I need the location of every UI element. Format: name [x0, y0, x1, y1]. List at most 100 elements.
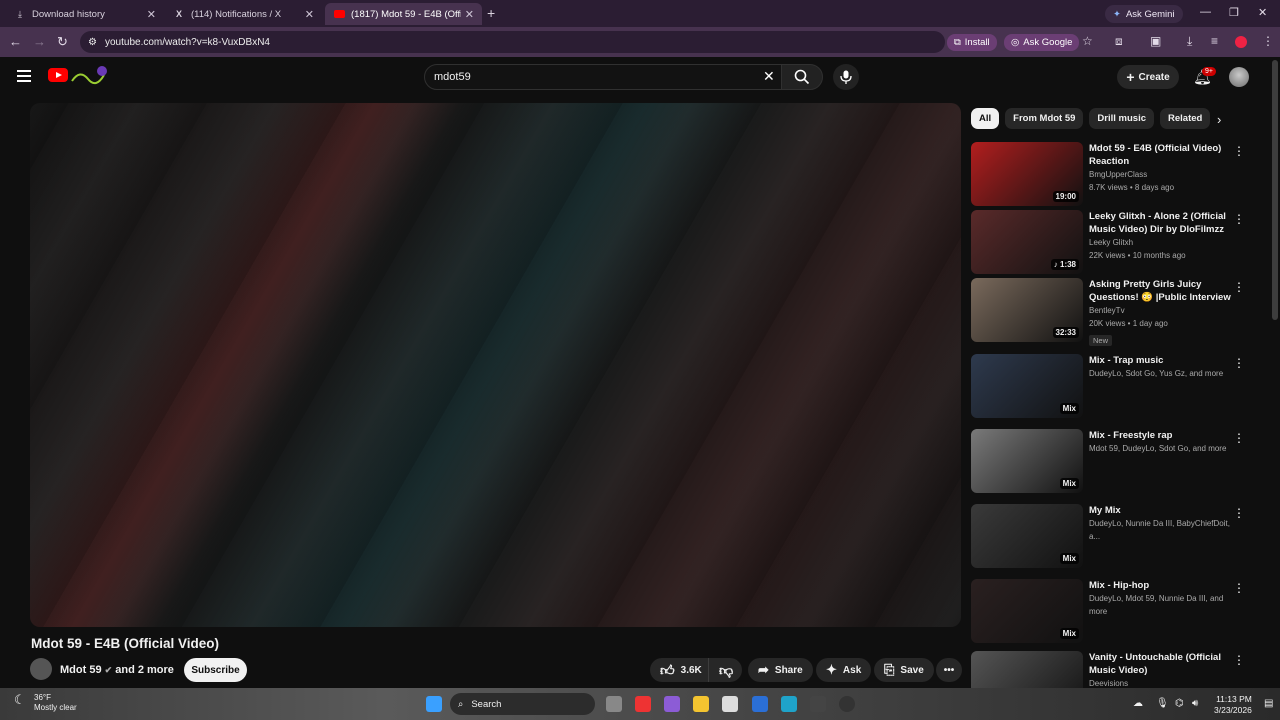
minimize-icon[interactable]: —: [1200, 6, 1211, 18]
ask-button[interactable]: ✦ Ask: [816, 658, 872, 682]
bookmark-star-icon[interactable]: ☆: [1082, 34, 1093, 48]
video-thumbnail[interactable]: Mix: [971, 354, 1083, 418]
notification-center-icon[interactable]: ▤: [1264, 698, 1273, 709]
channel-name-link[interactable]: Mdot 59 ✔ and 2 more: [60, 664, 174, 676]
save-button[interactable]: ⎘ Save: [874, 658, 934, 682]
more-vertical-icon[interactable]: ⋮: [1233, 356, 1245, 370]
more-actions-button[interactable]: •••: [936, 658, 962, 682]
site-info-icon[interactable]: ⚙: [88, 37, 97, 48]
page-scrollbar[interactable]: [1272, 60, 1278, 320]
account-avatar[interactable]: [1229, 67, 1249, 87]
hamburger-menu-icon[interactable]: [17, 70, 31, 82]
close-tab-icon[interactable]: ✕: [305, 8, 314, 21]
back-icon[interactable]: ←: [9, 34, 22, 49]
microphone-tray-icon[interactable]: 🎙︎: [1156, 698, 1169, 709]
close-window-icon[interactable]: ✕: [1258, 6, 1267, 19]
more-vertical-icon[interactable]: ⋮: [1233, 280, 1245, 294]
network-icon[interactable]: ⌬: [1175, 698, 1184, 709]
video-thumbnail[interactable]: 19:00: [971, 142, 1083, 206]
video-title[interactable]: Mix - Hip-hop: [1089, 579, 1231, 592]
more-vertical-icon[interactable]: ⋮: [1233, 212, 1245, 226]
voice-search-button[interactable]: [833, 64, 859, 90]
forward-icon[interactable]: →: [33, 34, 46, 49]
dislike-button[interactable]: 👎︎: [708, 658, 742, 682]
file-explorer-icon[interactable]: [693, 696, 709, 712]
video-title[interactable]: Leeky Glitxh - Alone 2 (Official Music V…: [1089, 210, 1231, 236]
share-button[interactable]: ➦ Share: [748, 658, 813, 682]
recommendation-item[interactable]: Mix Mix - Trap music DudeyLo, Sdot Go, Yus…: [971, 354, 1245, 418]
recommendation-item[interactable]: Mix My Mix DudeyLo, Nunnie Da III, BabyChi…: [971, 504, 1245, 568]
recommendation-item[interactable]: Mix Mix - Hip-hop DudeyLo, Mdot 59, Nunnie…: [971, 579, 1245, 643]
reload-icon[interactable]: ↻: [57, 34, 68, 50]
copilot-icon[interactable]: [664, 696, 680, 712]
video-title[interactable]: Mdot 59 - E4B (Official Video) Reaction: [1089, 142, 1231, 168]
create-button[interactable]: + Create: [1117, 65, 1179, 89]
tab-x-notifications[interactable]: X (114) Notifications / X ✕: [165, 3, 322, 25]
more-vertical-icon[interactable]: ⋮: [1233, 581, 1245, 595]
video-thumbnail[interactable]: Mix: [971, 429, 1083, 493]
new-tab-button[interactable]: +: [487, 5, 495, 21]
ask-gemini-button[interactable]: ✦ Ask Gemini: [1105, 5, 1183, 23]
maximize-icon[interactable]: ❐: [1229, 6, 1239, 19]
search-input[interactable]: mdot59: [424, 64, 786, 90]
edge-icon[interactable]: [781, 696, 797, 712]
reading-list-icon[interactable]: ≡: [1211, 34, 1218, 48]
search-button[interactable]: [781, 64, 823, 90]
channel-name[interactable]: BmgUpperClass: [1089, 168, 1231, 181]
more-vertical-icon[interactable]: ⋮: [1233, 144, 1245, 158]
video-thumbnail[interactable]: Mix: [971, 504, 1083, 568]
downloads-icon[interactable]: ⤓: [1187, 34, 1192, 49]
channel-name[interactable]: DudeyLo, Nunnie Da III, BabyChiefDoit, a…: [1089, 517, 1231, 543]
chevron-right-icon[interactable]: ›: [1217, 112, 1221, 127]
video-thumbnail[interactable]: ♪ 1:38: [971, 210, 1083, 274]
media-player-icon[interactable]: [839, 696, 855, 712]
more-vertical-icon[interactable]: ⋮: [1233, 506, 1245, 520]
volume-icon[interactable]: 🔊︎: [1192, 698, 1198, 709]
chrome-icon[interactable]: [635, 696, 651, 712]
store-icon[interactable]: [722, 696, 738, 712]
more-vertical-icon[interactable]: ⋮: [1233, 653, 1245, 667]
start-button-icon[interactable]: [426, 696, 442, 712]
chip-drill-music[interactable]: Drill music: [1089, 108, 1154, 129]
youtube-logo-icon[interactable]: [48, 68, 68, 82]
clear-search-icon[interactable]: ✕: [763, 68, 775, 85]
recommendation-item[interactable]: 19:00 Mdot 59 - E4B (Official Video) Reac…: [971, 142, 1245, 206]
browser-menu-icon[interactable]: ⋮: [1262, 34, 1274, 48]
system-clock[interactable]: 11:13 PM 3/23/2026: [1214, 694, 1252, 716]
cast-icon[interactable]: ▣: [1150, 34, 1161, 48]
video-title[interactable]: Mix - Trap music: [1089, 354, 1231, 367]
channel-name[interactable]: DudeyLo, Mdot 59, Nunnie Da III, and mor…: [1089, 592, 1231, 618]
chip-all[interactable]: All: [971, 108, 1000, 129]
video-thumbnail[interactable]: Mix: [971, 579, 1083, 643]
weather-widget[interactable]: ☾ 36°F Mostly clear: [14, 693, 77, 713]
video-title[interactable]: My Mix: [1089, 504, 1231, 517]
more-vertical-icon[interactable]: ⋮: [1233, 431, 1245, 445]
video-title[interactable]: Vanity - Untouchable (Official Music Vid…: [1089, 651, 1231, 677]
profile-icon[interactable]: [1235, 36, 1247, 48]
channel-name[interactable]: Leeky Glitxh: [1089, 236, 1231, 249]
subscribe-button[interactable]: Subscribe: [184, 658, 247, 682]
tab-youtube-active[interactable]: (1817) Mdot 59 - E4B (Official V ✕: [325, 3, 482, 25]
recommendation-item[interactable]: Mix Mix - Freestyle rap Mdot 59, DudeyLo, …: [971, 429, 1245, 493]
task-view-icon[interactable]: [606, 696, 622, 712]
app-icon[interactable]: [810, 696, 826, 712]
video-title[interactable]: Mix - Freestyle rap: [1089, 429, 1231, 442]
chip-from-mdot-59[interactable]: From Mdot 59: [1005, 108, 1084, 129]
channel-name[interactable]: Mdot 59, DudeyLo, Sdot Go, and more: [1089, 442, 1231, 455]
close-tab-icon[interactable]: ✕: [147, 8, 156, 21]
channel-name[interactable]: BentleyTv: [1089, 304, 1231, 317]
taskbar-search[interactable]: ⌕ Search: [450, 693, 595, 715]
url-field[interactable]: ⚙ youtube.com/watch?v=k8-VuxDBxN4: [80, 31, 945, 53]
video-title[interactable]: Asking Pretty Girls Juicy Questions! 😳 |…: [1089, 278, 1231, 304]
channel-avatar[interactable]: [30, 658, 52, 680]
video-player[interactable]: [30, 103, 961, 627]
extensions-icon[interactable]: ⧈: [1115, 34, 1123, 49]
video-thumbnail[interactable]: 32:33: [971, 278, 1083, 342]
onedrive-icon[interactable]: ☁: [1133, 698, 1143, 709]
like-button[interactable]: 👍︎ 3.6K: [650, 658, 708, 682]
channel-name[interactable]: DudeyLo, Sdot Go, Yus Gz, and more: [1089, 367, 1231, 380]
outlook-icon[interactable]: [752, 696, 768, 712]
recommendation-item[interactable]: ♪ 1:38 Leeky Glitxh - Alone 2 (Official M…: [971, 210, 1245, 274]
youtube-doodle-icon[interactable]: [70, 65, 110, 85]
ask-google-button[interactable]: ◎ Ask Google: [1004, 34, 1080, 51]
